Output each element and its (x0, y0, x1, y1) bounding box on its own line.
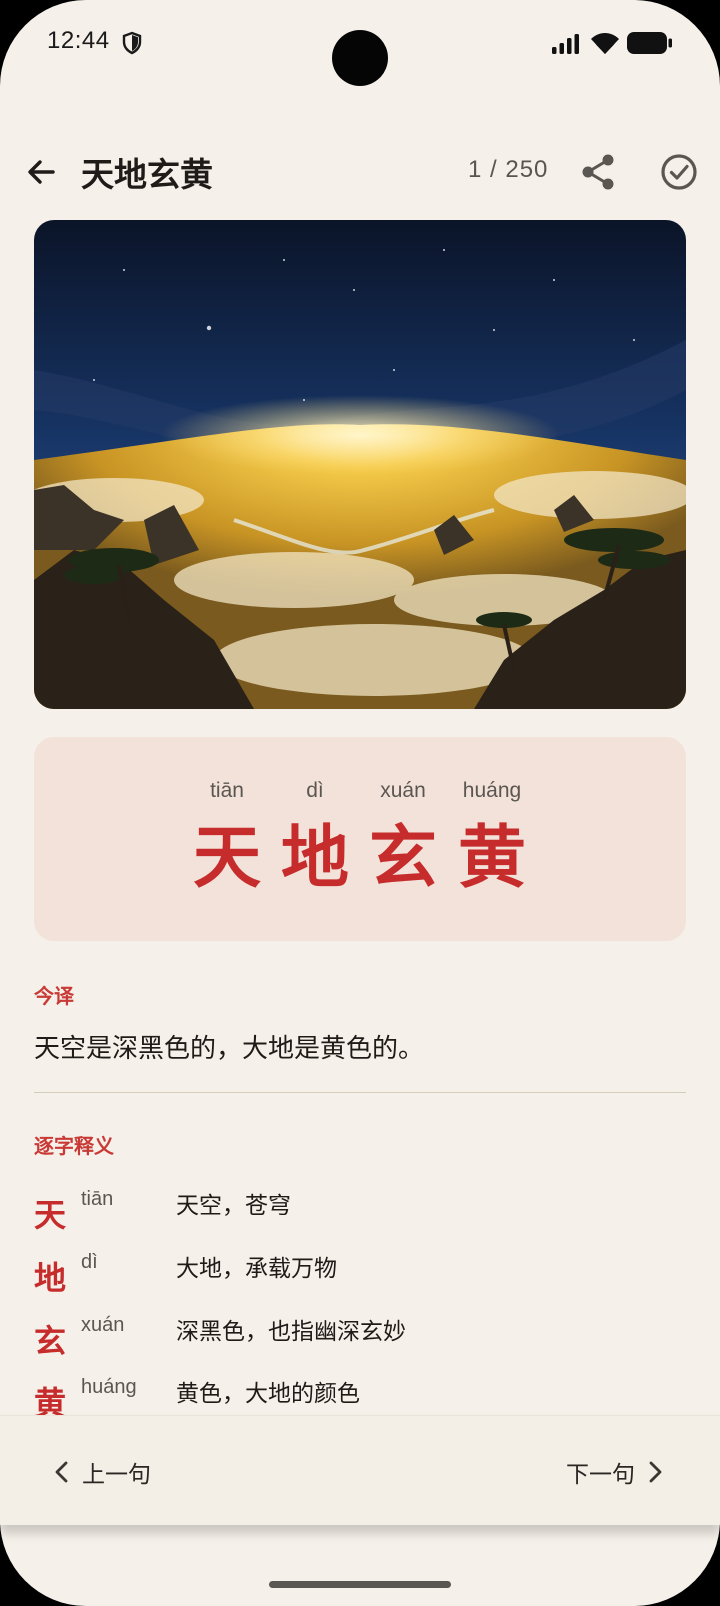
glossary-char: 玄 (34, 1322, 67, 1360)
next-button[interactable]: 下一句 (566, 1452, 667, 1492)
glossary-char: 地 (34, 1259, 67, 1297)
prev-label: 上一句 (82, 1462, 151, 1488)
translation-label: 今译 (34, 984, 74, 1008)
glossary-pinyin: xuán (81, 1314, 125, 1336)
glossary-pinyin: dì (81, 1251, 98, 1273)
glossary-row: 天 tiān 天空，苍穹 (34, 1182, 686, 1238)
verse-han: 天 (192, 819, 261, 898)
prev-button[interactable]: 上一句 (50, 1452, 151, 1492)
verse-han: 地 (280, 819, 349, 898)
chevron-right-icon (649, 1461, 662, 1483)
verse-han: 黄 (457, 819, 526, 898)
divider (34, 1092, 686, 1093)
verse-pinyin: tiān (210, 779, 244, 802)
wifi-icon (591, 33, 619, 54)
home-indicator[interactable] (269, 1581, 451, 1588)
verse-card: tiān 天 dì 地 xuán 玄 huáng 黄 (34, 737, 686, 941)
signal-icon (552, 34, 579, 54)
check-circle-icon[interactable] (657, 150, 701, 194)
chevron-left-icon (55, 1461, 68, 1483)
verse-han: 玄 (368, 819, 437, 898)
arrow-back-icon (28, 160, 55, 184)
back-button[interactable] (20, 150, 64, 194)
glossary-char: 天 (34, 1196, 67, 1234)
glossary-row: 玄 xuán 深黑色，也指幽深玄妙 (34, 1308, 686, 1364)
hero-illustration (34, 220, 686, 709)
page-title: 天地玄黄 (81, 155, 213, 194)
verse-pinyin: xuán (380, 779, 426, 802)
share-icon[interactable] (578, 151, 620, 193)
status-time: 12:44 (47, 27, 110, 54)
verse-pinyin: huáng (462, 779, 522, 802)
device-frame: 12:44 天地玄黄 1 / 250 tiān 天 dì 地 xuán 玄 hu… (0, 0, 720, 1606)
app-screen: 12:44 天地玄黄 1 / 250 tiān 天 dì 地 xuán 玄 hu… (0, 0, 720, 1606)
glossary-definition: 天空，苍穹 (176, 1193, 291, 1219)
progress-counter: 1 / 250 (468, 156, 549, 183)
battery-icon (627, 32, 672, 54)
translation-text: 天空是深黑色的，大地是黄色的。 (34, 1034, 425, 1064)
glossary-pinyin: tiān (81, 1188, 114, 1210)
glossary-label: 逐字释义 (34, 1134, 114, 1158)
verse-pinyin: dì (306, 779, 324, 802)
glossary-row: 地 dì 大地，承载万物 (34, 1245, 686, 1301)
camera-cutout (332, 30, 388, 86)
glossary-pinyin: huáng (81, 1376, 137, 1398)
glossary-definition: 黄色，大地的颜色 (176, 1381, 360, 1407)
glossary-definition: 大地，承载万物 (176, 1256, 337, 1282)
shield-icon (122, 31, 142, 55)
next-label: 下一句 (566, 1462, 635, 1488)
glossary-definition: 深黑色，也指幽深玄妙 (176, 1319, 406, 1345)
